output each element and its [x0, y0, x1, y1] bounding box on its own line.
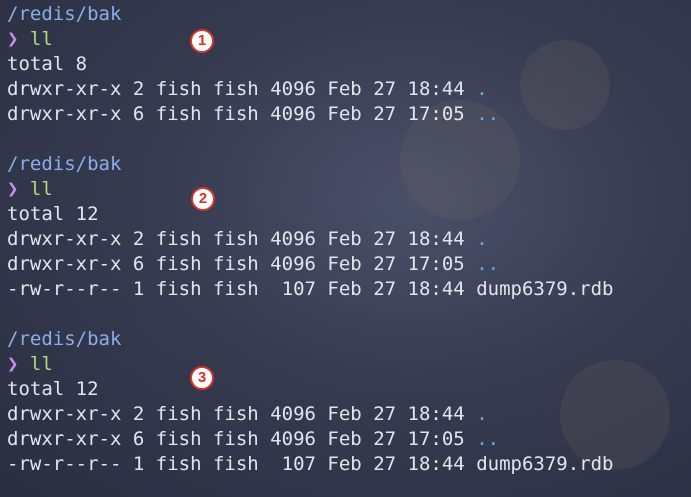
- command-line: ❯ ll: [7, 27, 53, 52]
- dir-name: .: [476, 403, 488, 425]
- prompt-path: /redis/bak: [7, 328, 122, 350]
- listing-row: -rw-r--r-- 1 fish fish 107 Feb 27 18:44 …: [7, 453, 614, 475]
- prompt-path: /redis/bak: [7, 153, 122, 175]
- total-line: total 12: [7, 378, 99, 400]
- file-name: dump6379.rdb: [476, 278, 614, 300]
- total-line: total 12: [7, 203, 99, 225]
- listing-row: drwxr-xr-x 6 fish fish 4096 Feb 27 17:05…: [7, 253, 500, 275]
- listing-row: drwxr-xr-x 2 fish fish 4096 Feb 27 18:44…: [7, 228, 488, 250]
- dir-name: ..: [476, 253, 500, 275]
- command-text: ll: [29, 178, 53, 200]
- listing-row: drwxr-xr-x 6 fish fish 4096 Feb 27 17:05…: [7, 428, 500, 450]
- dir-name: .: [476, 78, 488, 100]
- total-line: total 8: [7, 53, 88, 75]
- prompt-chevron-icon: ❯: [7, 178, 19, 200]
- prompt-path: /redis/bak: [7, 3, 122, 25]
- listing-row: drwxr-xr-x 2 fish fish 4096 Feb 27 18:44…: [7, 78, 488, 100]
- listing-row: -rw-r--r-- 1 fish fish 107 Feb 27 18:44 …: [7, 278, 614, 300]
- listing-row: drwxr-xr-x 2 fish fish 4096 Feb 27 18:44…: [7, 403, 488, 425]
- step-badge: 2: [191, 187, 215, 211]
- step-badge: 1: [190, 29, 214, 53]
- command-text: ll: [29, 28, 53, 50]
- prompt-chevron-icon: ❯: [7, 28, 19, 50]
- command-text: ll: [29, 353, 53, 375]
- listing-row: drwxr-xr-x 6 fish fish 4096 Feb 27 17:05…: [7, 103, 500, 125]
- dir-name: ..: [476, 103, 500, 125]
- command-line: ❯ ll: [7, 177, 53, 202]
- step-badge: 3: [190, 366, 214, 390]
- wallpaper-decoration: [520, 40, 610, 130]
- dir-name: .: [476, 228, 488, 250]
- command-line: ❯ ll: [7, 352, 53, 377]
- file-name: dump6379.rdb: [476, 453, 614, 475]
- prompt-chevron-icon: ❯: [7, 353, 19, 375]
- terminal-window[interactable]: /redis/bak ❯ ll 1 total 8 drwxr-xr-x 2 f…: [0, 0, 691, 497]
- dir-name: ..: [476, 428, 500, 450]
